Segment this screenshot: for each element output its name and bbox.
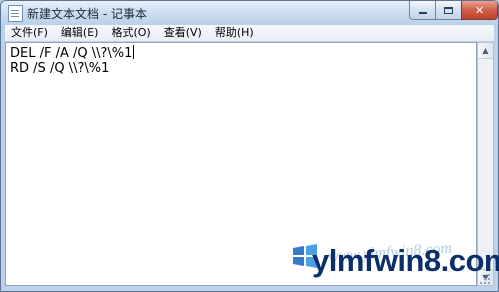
close-button[interactable]: ✕ <box>461 1 498 20</box>
maximize-button[interactable] <box>435 1 462 20</box>
window-title: 新建文本文档 - 记事本 <box>27 7 147 21</box>
notepad-app-icon[interactable] <box>8 5 23 22</box>
menu-view[interactable]: 查看(V) <box>158 25 209 41</box>
editor-line-1-text: DEL /F /A /Q \\?\%1 <box>10 46 133 61</box>
menu-file[interactable]: 文件(F) <box>5 25 55 41</box>
menu-format[interactable]: 格式(O) <box>105 25 157 41</box>
scroll-up-arrow-icon[interactable]: ▲ <box>478 43 493 59</box>
editor-line-2-text: RD /S /Q \\?\%1 <box>10 61 110 76</box>
minimize-icon <box>418 12 427 14</box>
editor-line: DEL /F /A /Q \\?\%1 <box>10 45 472 61</box>
menu-edit[interactable]: 编辑(E) <box>55 25 106 41</box>
menu-help[interactable]: 帮助(H) <box>209 25 261 41</box>
minimize-button[interactable] <box>409 1 436 20</box>
menu-bar: 文件(F) 编辑(E) 格式(O) 查看(V) 帮助(H) <box>5 25 494 42</box>
watermark-text: ylmfwin8.com <box>312 243 499 278</box>
text-caret <box>133 45 135 59</box>
editor-line: RD /S /Q \\?\%1 <box>10 61 472 77</box>
maximize-icon <box>444 6 453 14</box>
close-icon: ✕ <box>474 3 485 17</box>
